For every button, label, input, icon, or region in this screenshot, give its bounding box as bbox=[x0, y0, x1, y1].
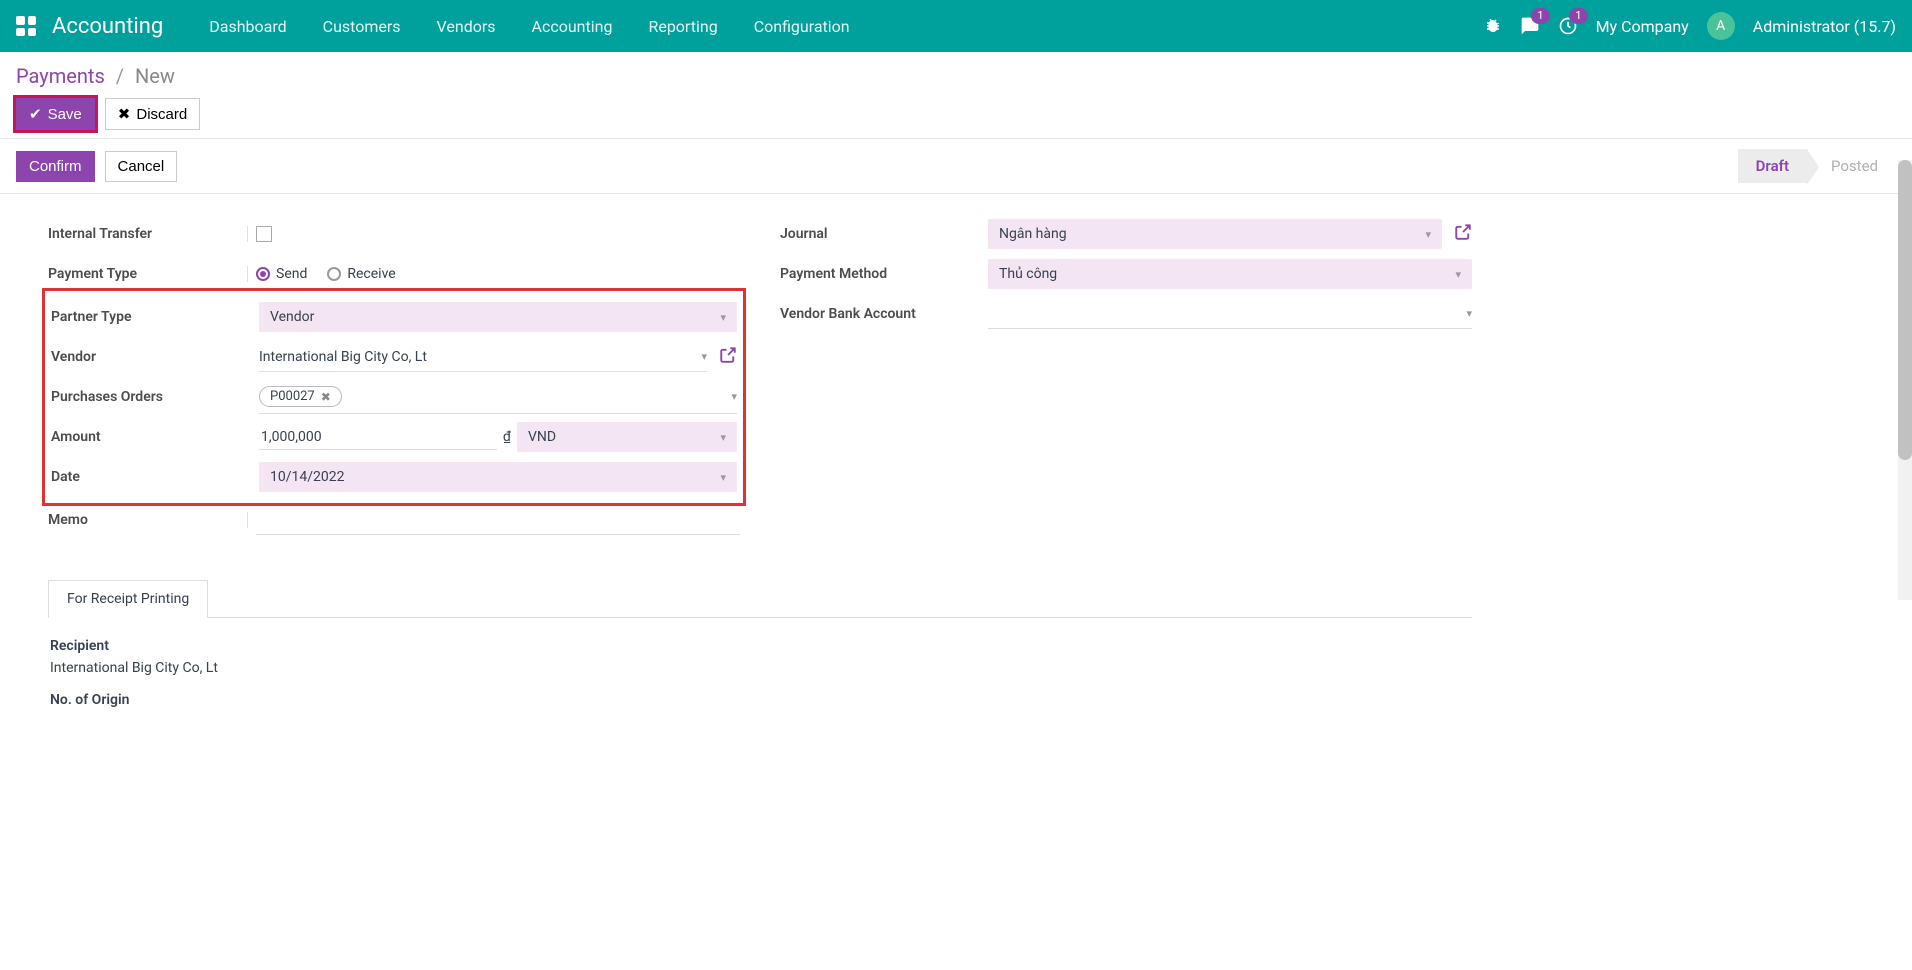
chevron-down-icon: ▾ bbox=[720, 311, 726, 324]
action-buttons: ✔ Save ✖ Discard bbox=[16, 98, 1896, 130]
purchase-orders-field[interactable]: P00027 ✖ ▾ bbox=[259, 380, 737, 414]
avatar[interactable]: A bbox=[1707, 12, 1735, 40]
confirm-button[interactable]: Confirm bbox=[16, 151, 95, 182]
breadcrumb-current: New bbox=[135, 64, 175, 88]
breadcrumb: Payments / New bbox=[16, 64, 1896, 88]
chat-badge: 1 bbox=[1531, 8, 1549, 24]
activity-badge: 1 bbox=[1569, 8, 1587, 24]
memo-input[interactable] bbox=[256, 506, 740, 535]
internal-transfer-checkbox[interactable] bbox=[256, 226, 272, 242]
status-bar: Confirm Cancel Draft Posted bbox=[0, 139, 1912, 194]
partner-type-value: Vendor bbox=[270, 309, 314, 325]
radio-send-label: Send bbox=[276, 266, 307, 282]
external-link-icon[interactable] bbox=[1454, 223, 1472, 246]
tab-list: For Receipt Printing bbox=[48, 580, 1472, 618]
chevron-down-icon: ▾ bbox=[720, 431, 726, 444]
label-vendor: Vendor bbox=[51, 349, 251, 365]
apps-icon[interactable] bbox=[16, 16, 36, 36]
status-posted[interactable]: Posted bbox=[1807, 149, 1896, 183]
tabs: For Receipt Printing Recipient Internati… bbox=[48, 580, 1472, 734]
menu-reporting[interactable]: Reporting bbox=[630, 3, 735, 50]
save-button[interactable]: ✔ Save bbox=[16, 98, 95, 130]
journal-select[interactable]: Ngân hàng ▾ bbox=[988, 219, 1442, 249]
currency-value: VND bbox=[528, 429, 556, 445]
scrollbar[interactable] bbox=[1898, 160, 1912, 600]
top-navbar: Accounting Dashboard Customers Vendors A… bbox=[0, 0, 1912, 52]
chevron-down-icon: ▾ bbox=[1425, 228, 1431, 241]
left-column: Internal Transfer Payment Type Send bbox=[48, 214, 740, 540]
topbar-right: 1 1 My Company A Administrator (15.7) bbox=[1484, 12, 1896, 40]
recipient-value: International Big City Co, Lt bbox=[50, 660, 1470, 676]
breadcrumb-sep: / bbox=[116, 64, 124, 88]
label-memo: Memo bbox=[48, 512, 248, 528]
right-column: Journal Ngân hàng ▾ Payment Method Thủ c… bbox=[780, 214, 1472, 540]
discard-button-label: Discard bbox=[136, 106, 187, 123]
label-vendor-bank-account: Vendor Bank Account bbox=[780, 306, 980, 322]
label-origin-no: No. of Origin bbox=[50, 692, 1470, 708]
status-draft[interactable]: Draft bbox=[1738, 149, 1807, 183]
status-chips: Draft Posted bbox=[1738, 149, 1896, 183]
label-recipient: Recipient bbox=[50, 638, 1470, 654]
check-icon: ✔ bbox=[29, 105, 42, 123]
label-journal: Journal bbox=[780, 226, 980, 242]
chat-icon[interactable]: 1 bbox=[1520, 16, 1540, 36]
amount-input[interactable]: 1,000,000 bbox=[259, 425, 497, 450]
radio-send[interactable]: Send bbox=[256, 266, 307, 282]
radio-dot-receive bbox=[327, 267, 341, 281]
menu-dashboard[interactable]: Dashboard bbox=[191, 3, 304, 50]
po-tag-label: P00027 bbox=[270, 389, 315, 404]
payment-type-group: Send Receive bbox=[256, 266, 396, 282]
scrollbar-thumb[interactable] bbox=[1898, 160, 1912, 460]
label-internal-transfer: Internal Transfer bbox=[48, 226, 248, 242]
date-input[interactable]: 10/14/2022 ▾ bbox=[259, 462, 737, 492]
cancel-button[interactable]: Cancel bbox=[105, 151, 178, 182]
user-menu[interactable]: Administrator (15.7) bbox=[1753, 17, 1896, 36]
partner-type-select[interactable]: Vendor ▾ bbox=[259, 302, 737, 332]
label-payment-type: Payment Type bbox=[48, 266, 248, 282]
po-tag[interactable]: P00027 ✖ bbox=[259, 386, 342, 407]
vendor-bank-select[interactable]: ▾ bbox=[988, 300, 1472, 329]
chevron-down-icon: ▾ bbox=[1466, 307, 1472, 320]
company-selector[interactable]: My Company bbox=[1596, 17, 1689, 36]
bug-icon[interactable] bbox=[1484, 17, 1502, 35]
label-purchase-orders: Purchases Orders bbox=[51, 389, 251, 405]
payment-method-select[interactable]: Thủ công ▾ bbox=[988, 259, 1472, 289]
journal-value: Ngân hàng bbox=[999, 226, 1067, 242]
activity-icon[interactable]: 1 bbox=[1558, 16, 1578, 36]
chevron-down-icon: ▾ bbox=[720, 471, 726, 484]
main-menu: Dashboard Customers Vendors Accounting R… bbox=[191, 3, 1483, 50]
close-icon: ✖ bbox=[118, 105, 131, 123]
chevron-down-icon: ▾ bbox=[731, 390, 737, 403]
tab-receipt-printing[interactable]: For Receipt Printing bbox=[48, 580, 208, 618]
menu-vendors[interactable]: Vendors bbox=[419, 3, 514, 50]
external-link-icon[interactable] bbox=[719, 346, 737, 369]
menu-configuration[interactable]: Configuration bbox=[736, 3, 868, 50]
label-partner-type: Partner Type bbox=[51, 309, 251, 325]
highlighted-region: Partner Type Vendor ▾ Vendor Internation… bbox=[42, 288, 746, 506]
date-value: 10/14/2022 bbox=[270, 469, 345, 485]
save-button-label: Save bbox=[48, 106, 82, 123]
radio-receive[interactable]: Receive bbox=[327, 266, 395, 282]
menu-customers[interactable]: Customers bbox=[305, 3, 419, 50]
label-date: Date bbox=[51, 469, 251, 485]
menu-accounting[interactable]: Accounting bbox=[514, 3, 631, 50]
chevron-down-icon: ▾ bbox=[1455, 268, 1461, 281]
currency-symbol: ₫ bbox=[503, 429, 511, 445]
payment-method-value: Thủ công bbox=[999, 266, 1057, 282]
vendor-select[interactable]: International Big City Co, Lt ▾ bbox=[259, 343, 707, 372]
tab-content: Recipient International Big City Co, Lt … bbox=[48, 618, 1472, 734]
tag-remove-icon[interactable]: ✖ bbox=[321, 390, 331, 404]
vendor-value: International Big City Co, Lt bbox=[259, 349, 427, 365]
label-payment-method: Payment Method bbox=[780, 266, 980, 282]
app-title[interactable]: Accounting bbox=[52, 14, 163, 39]
breadcrumb-root[interactable]: Payments bbox=[16, 64, 105, 88]
radio-dot-send bbox=[256, 267, 270, 281]
breadcrumb-bar: Payments / New ✔ Save ✖ Discard bbox=[0, 52, 1912, 139]
form-content: Internal Transfer Payment Type Send bbox=[0, 194, 1520, 774]
label-amount: Amount bbox=[51, 429, 251, 445]
currency-select[interactable]: VND ▾ bbox=[517, 422, 737, 452]
chevron-down-icon: ▾ bbox=[701, 350, 707, 363]
radio-receive-label: Receive bbox=[347, 266, 395, 282]
discard-button[interactable]: ✖ Discard bbox=[105, 98, 200, 130]
